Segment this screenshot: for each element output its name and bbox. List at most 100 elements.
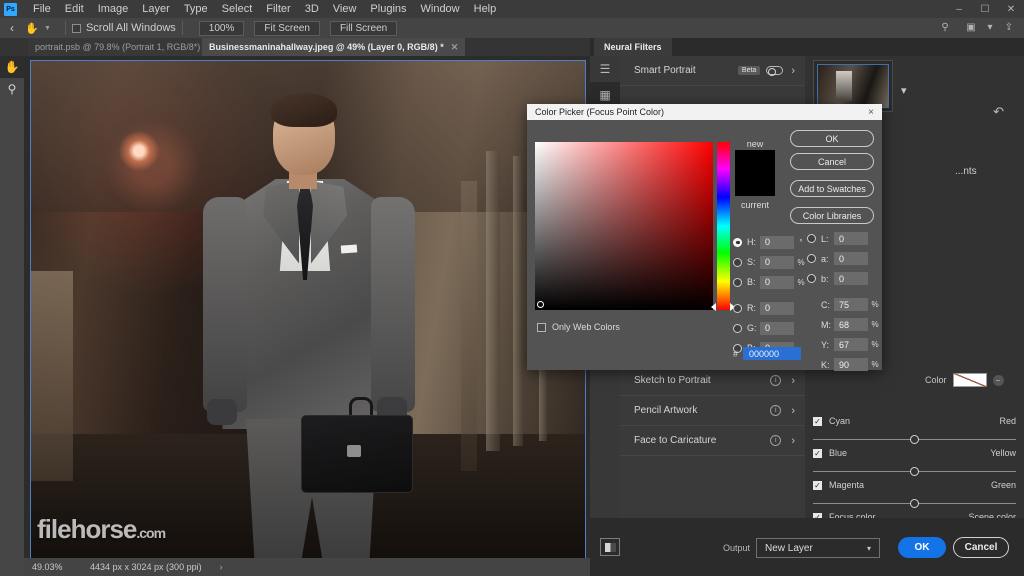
slider-track[interactable] [813,435,1016,444]
radio-lab-b[interactable] [807,274,816,283]
menu-plugins[interactable]: Plugins [363,0,413,18]
hue-slider[interactable] [717,142,730,310]
info-icon[interactable]: i [770,435,782,446]
color-preview-swatch[interactable] [735,150,775,196]
red-input[interactable]: 0 [760,301,794,315]
hue-input[interactable]: 0 [760,235,794,249]
slider-checkbox[interactable]: ✓ [813,480,822,490]
field-key: M: [821,319,831,330]
hand-tool[interactable]: ✋ [0,56,24,78]
workspace-icon[interactable]: ▣ [958,18,984,36]
slider-handle[interactable] [910,467,919,476]
saturation-brightness-field[interactable] [535,142,713,310]
menu-select[interactable]: Select [215,0,260,18]
color-picker-ok-button[interactable]: OK [790,130,874,147]
back-chevron-icon[interactable]: ‹ [8,21,22,35]
filter-pencil-artwork[interactable]: Pencil Artwork i › [620,396,805,426]
split-preview-icon[interactable] [600,538,620,556]
chevron-right-icon[interactable]: › [791,405,795,417]
menu-edit[interactable]: Edit [58,0,91,18]
neural-filters-cancel-button[interactable]: Cancel [953,537,1009,558]
radio-lab-a[interactable] [807,254,816,263]
brightness-input[interactable]: 0 [760,275,794,289]
slider-track[interactable] [813,499,1016,508]
output-select[interactable]: New Layer ▾ [756,538,880,558]
color-swatch[interactable] [952,373,987,387]
hex-input[interactable]: 000000 [743,347,802,360]
menu-layer[interactable]: Layer [135,0,177,18]
slider-track[interactable] [813,467,1016,476]
field-marker[interactable] [537,301,544,308]
share-icon[interactable]: ⇪ [996,18,1022,36]
radio-saturation[interactable] [733,257,742,267]
menu-view[interactable]: View [326,0,364,18]
menu-filter[interactable]: Filter [259,0,297,18]
tab-neural-filters[interactable]: Neural Filters [594,38,672,56]
close-icon[interactable]: ✕ [998,0,1024,18]
remove-color-icon[interactable]: − [992,374,1004,386]
radio-hue[interactable] [733,237,742,247]
menu-window[interactable]: Window [414,0,467,18]
close-icon[interactable]: × [868,107,874,118]
tab-businessman-jpeg[interactable]: Businessmaninahallway.jpeg @ 49% (Layer … [202,38,466,56]
menu-file[interactable]: File [26,0,58,18]
slider-left-label: Blue [829,448,848,458]
zoom-tool[interactable]: ⚲ [0,78,24,100]
filter-smart-portrait[interactable]: Smart Portrait Beta › [620,56,805,86]
green-input[interactable]: 0 [760,321,794,335]
radio-green[interactable] [733,323,742,333]
undo-icon[interactable]: ↶ [993,104,1004,120]
slider-handle[interactable] [910,499,919,508]
filters-list-icon[interactable]: ☰ [590,56,620,82]
lab-a-input[interactable]: 0 [834,252,868,265]
chevron-right-icon[interactable]: › [791,435,795,447]
chevron-down-icon[interactable]: ▼ [44,25,51,32]
color-libraries-button[interactable]: Color Libraries [790,207,874,224]
magenta-input[interactable]: 68 [834,318,868,331]
tab-portrait-psb[interactable]: portrait.psb @ 79.8% (Portrait 1, RGB/8*… [28,38,228,56]
yellow-input[interactable]: 67 [834,338,868,351]
color-picker-cancel-button[interactable]: Cancel [790,153,874,170]
filter-face-to-caricature[interactable]: Face to Caricature i › [620,426,805,456]
document-canvas[interactable]: filehorse.com [30,60,586,566]
field-unit: % [871,360,879,369]
fit-screen-button[interactable]: Fit Screen [254,20,320,36]
lab-b-input[interactable]: 0 [834,272,868,285]
chevron-right-icon[interactable]: › [791,65,795,77]
radio-lab-l[interactable] [807,234,816,243]
lab-l-input[interactable]: 0 [834,232,868,245]
chevron-down-icon[interactable]: ▾ [984,18,996,36]
saturation-input[interactable]: 0 [760,255,794,269]
neural-filters-ok-button[interactable]: OK [898,537,946,558]
slider-checkbox[interactable]: ✓ [813,416,822,426]
black-input[interactable]: 90 [834,358,868,371]
zoom-level[interactable]: 49.03% [24,562,80,572]
slider-handle[interactable] [910,435,919,444]
field-hue: H: 0 ° L: 0 [733,232,878,252]
only-web-colors-label: Only Web Colors [552,322,620,332]
radio-red[interactable] [733,303,742,313]
zoom-100-button[interactable]: 100% [198,20,245,36]
hand-tool-icon[interactable]: ✋ [22,20,42,36]
info-icon[interactable]: i [770,405,782,416]
filter-toggle[interactable] [766,66,784,76]
slider-checkbox[interactable]: ✓ [813,448,822,458]
chevron-down-icon[interactable]: ▾ [901,84,907,97]
menu-type[interactable]: Type [177,0,215,18]
scroll-all-windows-checkbox[interactable]: Scroll All Windows [71,22,176,34]
restore-icon[interactable]: ☐ [972,0,998,18]
close-icon[interactable]: ✕ [451,42,459,53]
status-expand-icon[interactable]: › [202,562,223,572]
add-to-swatches-button[interactable]: Add to Swatches [790,180,874,197]
radio-brightness[interactable] [733,277,742,287]
cyan-input[interactable]: 75 [834,298,868,311]
menu-help[interactable]: Help [467,0,504,18]
slider-right-label: Red [999,416,1016,426]
only-web-colors-checkbox[interactable]: Only Web Colors [537,322,620,332]
menu-3d[interactable]: 3D [298,0,326,18]
fill-screen-button[interactable]: Fill Screen [329,20,398,36]
minimize-icon[interactable]: – [946,0,972,18]
menu-image[interactable]: Image [91,0,136,18]
slider-magenta-green: ✓ Magenta Green [813,480,1016,508]
search-icon[interactable]: ⚲ [932,18,958,36]
